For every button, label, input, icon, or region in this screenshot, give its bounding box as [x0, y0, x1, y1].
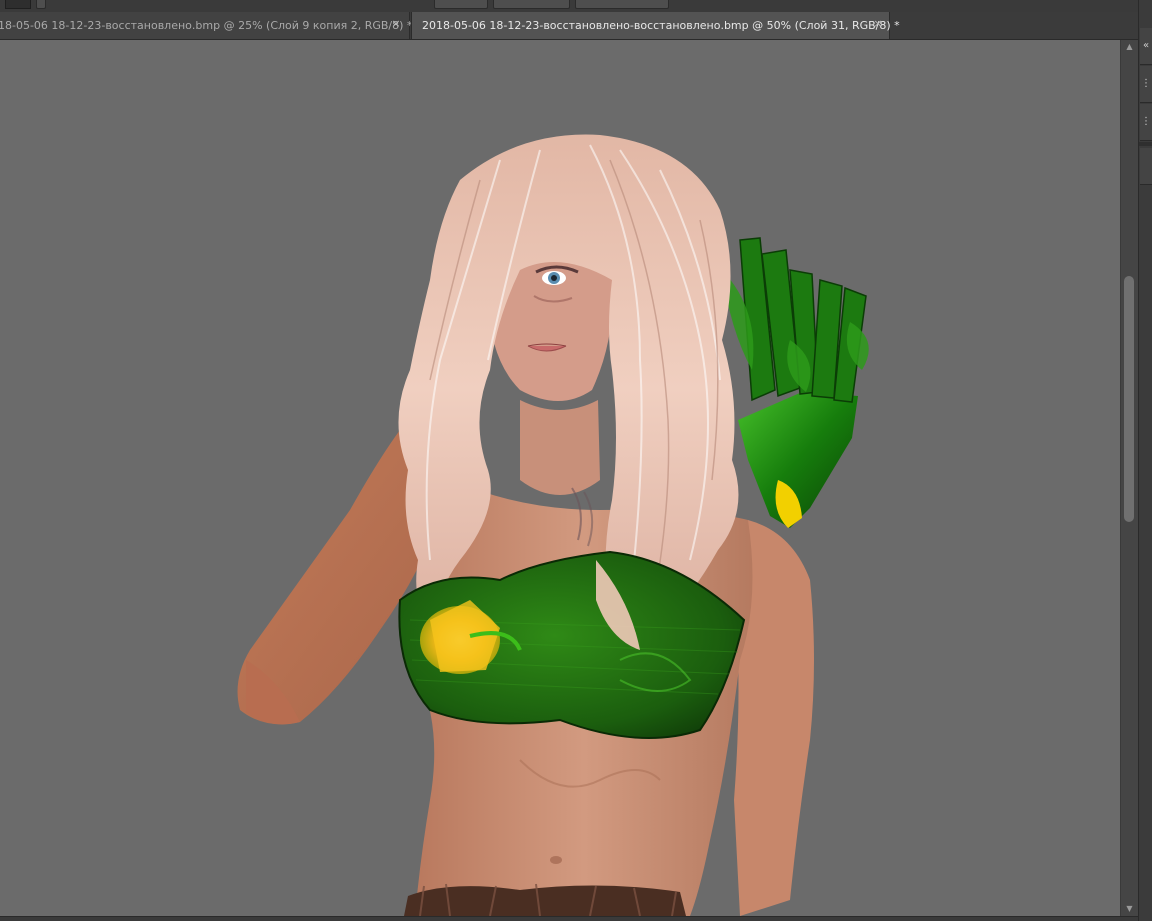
status-bar [0, 916, 1138, 921]
fur-belt [404, 883, 686, 916]
tab-label: 2018-05-06 18-12-23-восстановлено-восста… [422, 19, 900, 32]
tab-label: 18-05-06 18-12-23-восстановлено.bmp @ 25… [0, 19, 413, 32]
panel-dock-strip: « ⋮ ⋮ [1138, 0, 1152, 921]
options-button-2[interactable] [493, 0, 570, 9]
close-icon[interactable]: × [872, 18, 884, 30]
photoshop-window: 18-05-06 18-12-23-восстановлено.bmp @ 25… [0, 0, 1152, 921]
double-chevron-icon[interactable]: « [1140, 28, 1152, 65]
document-tab-active[interactable]: 2018-05-06 18-12-23-восстановлено-восста… [411, 12, 900, 39]
document-canvas[interactable] [0, 40, 1120, 916]
chevron-down-icon[interactable]: ▼ [1121, 902, 1138, 916]
close-icon[interactable]: × [390, 18, 402, 30]
document-tab-bar: 18-05-06 18-12-23-восстановлено.bmp @ 25… [0, 12, 1138, 40]
scrollbar-thumb[interactable] [1124, 276, 1134, 522]
panel-icon[interactable] [1140, 148, 1152, 185]
options-dropdown[interactable] [36, 0, 46, 9]
chevron-up-icon[interactable]: ▲ [1121, 40, 1138, 54]
panel-separator [1139, 142, 1152, 146]
vertical-scrollbar[interactable]: ▲ ▼ [1120, 40, 1138, 916]
tool-preset-icon[interactable] [5, 0, 31, 9]
document-tab-inactive[interactable]: 18-05-06 18-12-23-восстановлено.bmp @ 25… [0, 12, 413, 39]
artwork-image [237, 134, 869, 916]
options-button-3[interactable] [575, 0, 669, 9]
options-button-1[interactable] [434, 0, 488, 9]
grip-icon[interactable]: ⋮ [1140, 66, 1152, 103]
bandeau-top [398, 550, 746, 739]
grip-icon[interactable]: ⋮ [1140, 104, 1152, 141]
